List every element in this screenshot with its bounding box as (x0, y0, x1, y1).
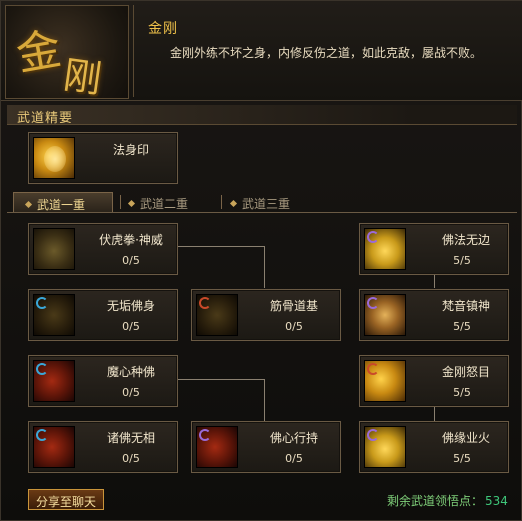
connector-line (264, 246, 265, 288)
connector-line (434, 406, 435, 421)
skill-card-moxin[interactable]: 魔心种佛 0/5 (28, 355, 178, 407)
tiger-fist-icon (33, 228, 75, 270)
tab-tier-2[interactable]: 武道二重 (127, 192, 225, 212)
tier-tabs: 武道一重 武道二重 武道三重 (7, 192, 517, 213)
connector-line (178, 379, 265, 380)
tab-label: 武道一重 (37, 198, 86, 212)
skill-level: 0/5 (285, 320, 303, 333)
skill-name: 伏虎拳·神威 (99, 233, 163, 247)
skill-name: 无垢佛身 (106, 299, 155, 313)
skill-name: 梵音镇神 (441, 299, 490, 313)
skill-name: 诸佛无相 (106, 431, 155, 445)
skill-card-fuhu[interactable]: 伏虎拳·神威 0/5 (28, 223, 178, 275)
diamond-icon (127, 199, 136, 208)
tab-label: 武道三重 (242, 197, 291, 211)
skill-name: 佛法无边 (441, 233, 490, 247)
tab-tier-3[interactable]: 武道三重 (229, 192, 327, 212)
emblem-glyph-1: 金 (12, 23, 65, 82)
header-divider (133, 5, 134, 97)
skill-card-fuyuan[interactable]: 佛缘业火 5/5 (359, 421, 509, 473)
demon-heart-icon (33, 360, 75, 402)
skill-level: 0/5 (285, 452, 303, 465)
featured-skill-name: 法身印 (112, 143, 149, 157)
skill-card-foxin[interactable]: 佛心行持 0/5 (191, 421, 341, 473)
skill-card-wugou[interactable]: 无垢佛身 0/5 (28, 289, 178, 341)
section-bar: 武道精要 (7, 105, 517, 126)
diamond-icon (229, 199, 238, 208)
karma-fire-icon (364, 426, 406, 468)
connector-line (434, 273, 435, 288)
skill-level: 0/5 (122, 452, 140, 465)
sanskrit-chant-icon (364, 294, 406, 336)
tab-label: 武道二重 (140, 197, 189, 211)
skill-level: 0/5 (122, 254, 140, 267)
skill-card-fanyin[interactable]: 梵音镇神 5/5 (359, 289, 509, 341)
section-title: 武道精要 (17, 111, 74, 126)
header: 金 刚 金刚 金刚外练不坏之身，内修反伤之道，如此克敌，屡战不败。 (1, 1, 522, 101)
remaining-points: 剩余武道领悟点： 534 (387, 492, 508, 509)
featured-skill-card[interactable]: 法身印 (28, 132, 178, 184)
skill-name: 佛缘业火 (441, 431, 490, 445)
class-emblem: 金 刚 (5, 5, 129, 101)
skill-name: 筋骨道基 (269, 299, 318, 313)
formless-buddha-icon (33, 426, 75, 468)
tab-tier-1[interactable]: 武道一重 (13, 192, 113, 212)
skill-card-jingu[interactable]: 筋骨道基 0/5 (191, 289, 341, 341)
diamond-icon (24, 200, 33, 209)
skill-level: 5/5 (453, 320, 471, 333)
skill-level: 0/5 (122, 386, 140, 399)
points-label: 剩余武道领悟点： (387, 494, 484, 508)
connector-line (264, 379, 265, 421)
monk-body-icon (33, 294, 75, 336)
connector-line (178, 246, 265, 247)
skill-card-jingang[interactable]: 金刚怒目 5/5 (359, 355, 509, 407)
skill-name: 魔心种佛 (106, 365, 155, 379)
skill-level: 5/5 (453, 386, 471, 399)
tab-separator (120, 195, 121, 209)
emblem-glyph-2: 刚 (60, 52, 105, 102)
share-to-chat-button[interactable]: 分享至聊天 (28, 489, 104, 510)
skill-level: 0/5 (122, 320, 140, 333)
skill-level: 5/5 (453, 254, 471, 267)
skill-level: 5/5 (453, 452, 471, 465)
skill-panel: 金 刚 金刚 金刚外练不坏之身，内修反伤之道，如此克敌，屡战不败。 武道精要 法… (0, 0, 522, 521)
class-title: 金刚 (148, 21, 178, 37)
boundless-dharma-icon (364, 228, 406, 270)
skill-card-fofa[interactable]: 佛法无边 5/5 (359, 223, 509, 275)
skill-card-zhufo[interactable]: 诸佛无相 0/5 (28, 421, 178, 473)
skill-name: 金刚怒目 (441, 365, 490, 379)
tab-separator (221, 195, 222, 209)
buddha-heart-icon (196, 426, 238, 468)
class-description: 金刚外练不坏之身，内修反伤之道，如此克敌，屡战不败。 (170, 46, 483, 60)
dharma-seal-icon (33, 137, 75, 179)
tendon-bone-icon (196, 294, 238, 336)
skill-name: 佛心行持 (269, 431, 318, 445)
vajra-glare-icon (364, 360, 406, 402)
points-value: 534 (485, 494, 508, 508)
